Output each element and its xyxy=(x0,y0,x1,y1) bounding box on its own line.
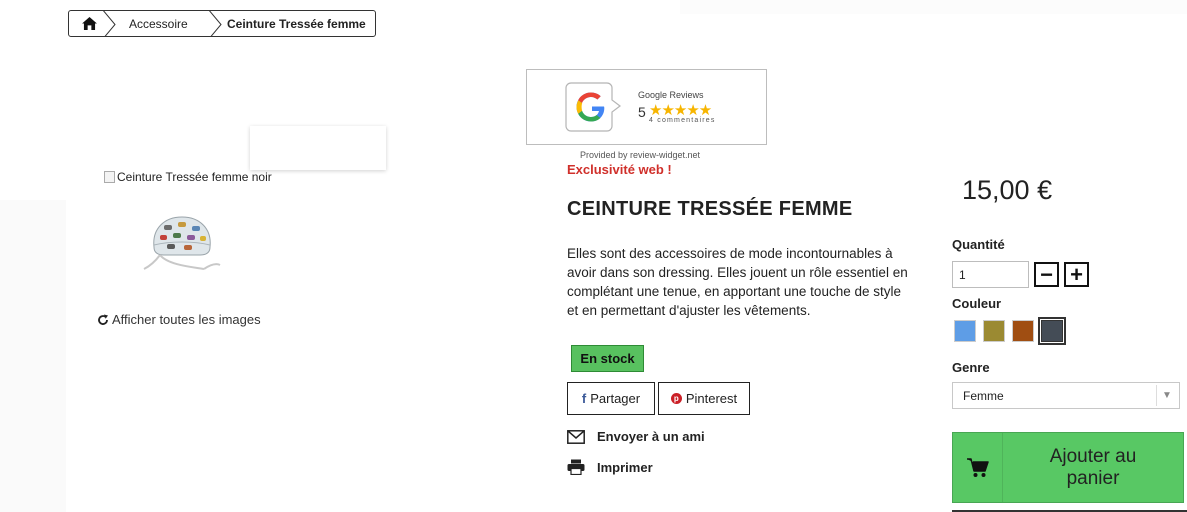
print-label: Imprimer xyxy=(597,459,653,475)
reviews-score: 5 xyxy=(638,104,646,120)
broken-image-icon xyxy=(104,171,115,183)
product-price: 15,00 € xyxy=(962,175,1053,205)
email-friend-label: Envoyer à un ami xyxy=(597,429,705,444)
share-facebook-button[interactable]: f Partager xyxy=(567,382,655,415)
color-swatch-blue[interactable] xyxy=(954,320,976,342)
color-swatch-olive[interactable] xyxy=(983,320,1005,342)
envelope-icon xyxy=(567,429,585,444)
home-icon xyxy=(81,17,97,30)
product-description: Elles sont des accessoires de mode incon… xyxy=(567,246,908,318)
color-label: Couleur xyxy=(952,296,1002,311)
top-background-strip xyxy=(680,0,1187,14)
show-all-images-link[interactable]: Afficher toutes les images xyxy=(97,312,261,327)
google-reviews-widget[interactable]: Google Reviews 5 ★★★★★ 4 commentaires xyxy=(526,69,767,145)
quantity-decrease-button[interactable]: − xyxy=(1034,262,1059,287)
left-background-strip xyxy=(0,200,66,512)
breadcrumb-item-current: Ceinture Tressée femme xyxy=(227,16,366,31)
genre-select-value: Femme xyxy=(963,388,1004,403)
email-friend-link[interactable]: Envoyer à un ami xyxy=(567,429,705,444)
product-title: CEINTURE TRESSÉE FEMME xyxy=(567,198,853,220)
product-thumbnail[interactable] xyxy=(140,205,225,280)
share-pinterest-button[interactable]: p Pinterest xyxy=(658,382,750,415)
show-all-images-label: Afficher toutes les images xyxy=(112,312,261,327)
color-swatch-brown[interactable] xyxy=(1012,320,1034,342)
color-swatch-slate[interactable] xyxy=(1038,317,1066,345)
floating-overlay-panel xyxy=(250,126,386,170)
reviews-title: Google Reviews xyxy=(638,90,704,100)
breadcrumb-home-link[interactable] xyxy=(69,11,116,36)
share-facebook-label: Partager xyxy=(590,391,641,406)
web-exclusive-badge: Exclusivité web ! xyxy=(567,162,672,177)
breadcrumb-item-accessoire[interactable]: Accessoire xyxy=(109,11,209,36)
stock-status-badge: En stock xyxy=(571,345,644,372)
google-logo-icon xyxy=(565,82,621,132)
refresh-icon xyxy=(98,314,108,325)
shopping-cart-icon xyxy=(966,457,989,477)
quantity-increase-button[interactable]: + xyxy=(1064,262,1089,287)
facebook-icon: f xyxy=(581,391,587,406)
reviews-count: 4 commentaires xyxy=(649,117,716,124)
quantity-input[interactable] xyxy=(952,261,1029,288)
add-to-cart-label: Ajouter au panier xyxy=(1049,445,1137,489)
print-link[interactable]: Imprimer xyxy=(567,459,653,475)
chevron-down-icon[interactable]: ▼ xyxy=(1156,385,1177,406)
printer-icon xyxy=(567,459,585,475)
main-product-image[interactable]: Ceinture Tressée femme noir xyxy=(104,170,272,184)
quantity-label: Quantité xyxy=(952,237,1005,252)
genre-label: Genre xyxy=(952,360,990,375)
genre-select[interactable]: Femme ▼ xyxy=(952,382,1180,409)
pinterest-icon: p xyxy=(670,393,682,404)
breadcrumb: Accessoire Ceinture Tressée femme xyxy=(68,10,376,37)
reviews-provider-text: Provided by review-widget.net xyxy=(580,150,701,160)
main-image-alt-text: Ceinture Tressée femme noir xyxy=(117,170,272,184)
cart-icon-wrapper xyxy=(953,433,1003,502)
share-pinterest-label: Pinterest xyxy=(685,391,738,406)
add-to-cart-button[interactable]: Ajouter au panier xyxy=(952,432,1184,503)
